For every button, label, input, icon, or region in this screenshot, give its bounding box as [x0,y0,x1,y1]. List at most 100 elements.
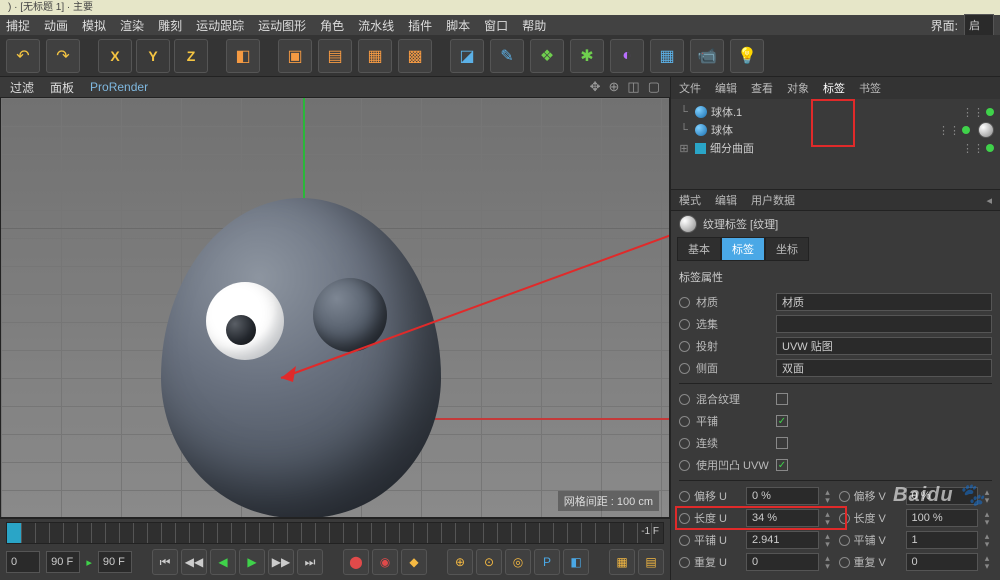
render-settings-button[interactable]: ▦ [358,39,392,73]
goto-end-button[interactable]: ⏭ [297,549,323,575]
texture-tag-icon[interactable] [978,122,994,138]
prop-radio[interactable] [679,491,690,502]
prop-radio[interactable] [679,363,690,374]
attr-tab-2[interactable]: 用户数据 [751,192,795,208]
environment-button[interactable]: ▦ [650,39,684,73]
prop-field-0[interactable]: 材质 [776,293,992,311]
attr-back-icon[interactable]: ◂ [986,194,992,207]
param-key-button[interactable]: P [534,549,560,575]
prop-field-2[interactable]: UVW 贴图 [776,337,992,355]
prop-field-重复 U[interactable]: 0 [746,553,819,571]
camera-button[interactable]: 📹 [690,39,724,73]
menu-3[interactable]: 渲染 [120,17,144,34]
prop-field-长度 U[interactable]: 34 % [746,509,819,527]
menu-8[interactable]: 流水线 [358,17,394,34]
menu-9[interactable]: 插件 [408,17,432,34]
autokey-button[interactable]: ◉ [372,549,398,575]
menu-2[interactable]: 模拟 [82,17,106,34]
sub-tab-2[interactable]: 坐标 [765,237,809,261]
prop-field-长度 V[interactable]: 100 % [906,509,979,527]
prop-field-平铺 V[interactable]: 1 [906,531,979,549]
pos-key-button[interactable]: ⊕ [447,549,473,575]
om-tab-1[interactable]: 编辑 [715,80,737,96]
om-tab-3[interactable]: 对象 [787,80,809,96]
timeline-start-field[interactable]: 0 [6,551,40,573]
timeline-current2-field[interactable]: 90 F [98,551,132,573]
keyframe-button[interactable]: ◆ [401,549,427,575]
menu-12[interactable]: 帮助 [522,17,546,34]
axis-x-button[interactable]: X [98,39,132,73]
generator-button[interactable]: ❖ [530,39,564,73]
menu-7[interactable]: 角色 [320,17,344,34]
atom-button[interactable]: ✱ [570,39,604,73]
prop-radio[interactable] [839,557,850,568]
layout-dropdown[interactable]: 启 [964,14,994,36]
menu-11[interactable]: 窗口 [484,17,508,34]
menu-1[interactable]: 动画 [44,17,68,34]
record-button[interactable]: ⬤ [343,549,369,575]
prop-radio[interactable] [679,438,690,449]
pla-key-button[interactable]: ◧ [563,549,589,575]
vp-nav-icon[interactable]: ✥ [590,79,601,95]
menu-4[interactable]: 雕刻 [158,17,182,34]
prop-field-1[interactable] [776,315,992,333]
prop-radio[interactable] [679,557,690,568]
attr-tab-1[interactable]: 编辑 [715,192,737,208]
menu-10[interactable]: 脚本 [446,17,470,34]
viewport-3d[interactable]: 网格间距 : 100 cm [0,97,670,518]
menu-5[interactable]: 运动跟踪 [196,17,244,34]
timeline-playhead[interactable] [7,523,21,543]
om-tab-0[interactable]: 文件 [679,80,701,96]
undo-button[interactable]: ↶ [6,39,40,73]
object-tree[interactable]: └球体.1⋮⋮└球体⋮⋮⊞细分曲面⋮⋮ [671,99,1000,189]
sub-tab-1[interactable]: 标签 [721,237,765,261]
goto-start-button[interactable]: ⏮ [152,549,178,575]
prop-radio[interactable] [679,416,690,427]
axis-y-button[interactable]: Y [136,39,170,73]
vp-menu-filter[interactable]: 过滤 [10,79,34,96]
prop-radio[interactable] [679,394,690,405]
menu-6[interactable]: 运动图形 [258,17,306,34]
prop-radio[interactable] [679,319,690,330]
prop-radio[interactable] [679,513,690,524]
rot-key-button[interactable]: ◎ [505,549,531,575]
prop-field-平铺 U[interactable]: 2.941 [746,531,819,549]
prop-checkbox-2[interactable] [776,437,788,449]
prop-radio[interactable] [679,460,690,471]
redo-button[interactable]: ↷ [46,39,80,73]
cube-tool-button[interactable]: ◧ [226,39,260,73]
object-row-0[interactable]: └球体.1⋮⋮ [677,103,994,121]
prop-checkbox-1[interactable]: ✓ [776,415,788,427]
prop-checkbox-3[interactable]: ✓ [776,459,788,471]
play-back-button[interactable]: ◀ [210,549,236,575]
render-view-button[interactable]: ▣ [278,39,312,73]
prop-checkbox-0[interactable] [776,393,788,405]
prop-field-重复 V[interactable]: 0 [906,553,979,571]
prop-field-偏移 U[interactable]: 0 % [746,487,819,505]
menu-0[interactable]: 捕捉 [6,17,30,34]
next-key-button[interactable]: ▶▶ [268,549,294,575]
prop-field-3[interactable]: 双面 [776,359,992,377]
light-button[interactable]: 💡 [730,39,764,73]
primitive-cube-button[interactable]: ◪ [450,39,484,73]
prop-field-偏移 V[interactable]: 0 % [906,487,979,505]
prop-radio[interactable] [839,535,850,546]
deformer-button[interactable]: ◐ [610,39,644,73]
timeline-current-field[interactable]: 90 F [46,551,80,573]
object-row-2[interactable]: ⊞细分曲面⋮⋮ [677,139,994,157]
anim-layer-button[interactable]: ▤ [638,549,664,575]
axis-z-button[interactable]: Z [174,39,208,73]
attr-tab-0[interactable]: 模式 [679,192,701,208]
prev-key-button[interactable]: ◀◀ [181,549,207,575]
picture-viewer-button[interactable]: ▩ [398,39,432,73]
om-tab-4[interactable]: 标签 [823,80,845,96]
spline-pen-button[interactable]: ✎ [490,39,524,73]
anim-mode-button[interactable]: ▦ [609,549,635,575]
om-tab-2[interactable]: 查看 [751,80,773,96]
vp-move-icon[interactable]: ⊕ [609,79,620,95]
prop-radio[interactable] [679,535,690,546]
vp-maximize-icon[interactable]: ▢ [648,79,660,95]
object-row-1[interactable]: └球体⋮⋮ [677,121,994,139]
play-fwd-button[interactable]: ▶ [239,549,265,575]
render-region-button[interactable]: ▤ [318,39,352,73]
